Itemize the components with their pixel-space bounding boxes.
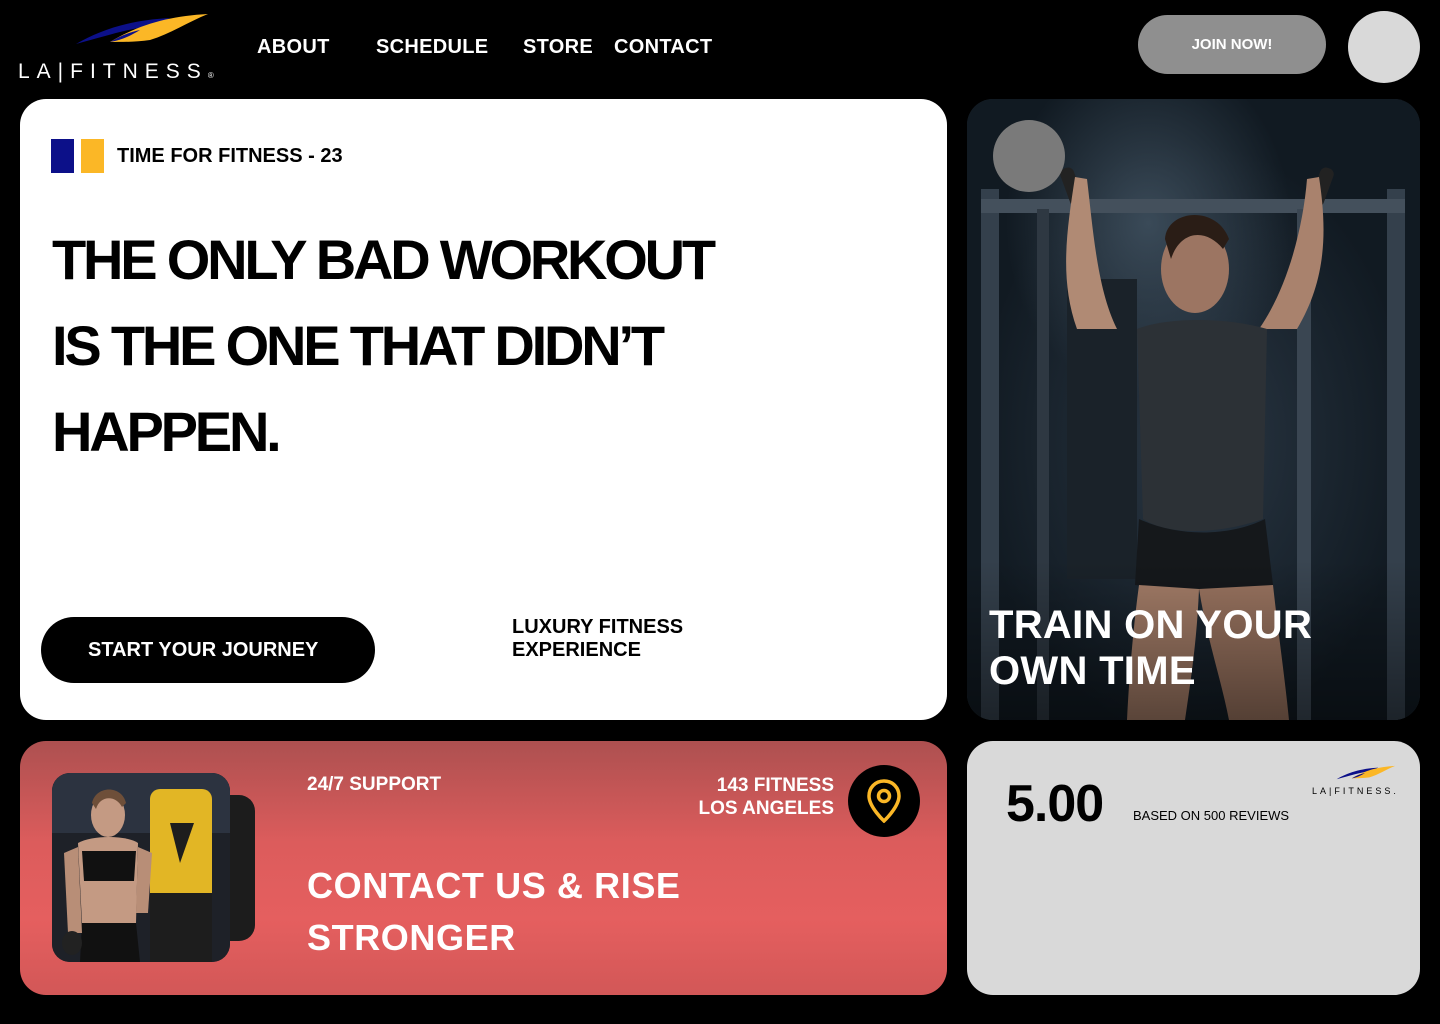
- caption-line-2: OWN TIME: [989, 649, 1196, 693]
- brand-color-flag: [51, 139, 105, 173]
- contact-title-line-1: CONTACT US & RISE: [307, 865, 681, 906]
- avatar[interactable]: [1348, 11, 1420, 83]
- contact-title-line-2: STRONGER: [307, 917, 516, 958]
- train-caption: TRAIN ON YOUR OWN TIME: [989, 602, 1312, 694]
- brand-logo[interactable]: LA|FITNESS®: [18, 12, 230, 86]
- location-pin-icon: [867, 779, 901, 823]
- rating-card: 5.00 BASED ON 500 REVIEWS LA|FITNESS.: [967, 741, 1420, 995]
- nav-schedule[interactable]: SCHEDULE: [376, 36, 488, 59]
- support-text: 24/7 SUPPORT: [307, 774, 442, 795]
- nav-contact[interactable]: CONTACT: [614, 36, 712, 59]
- join-now-button[interactable]: JOIN NOW!: [1138, 15, 1326, 74]
- photo-indicator-dot[interactable]: [993, 120, 1065, 192]
- boxer-photo-image: [52, 773, 230, 962]
- caption-line-1: TRAIN ON YOUR: [989, 603, 1313, 647]
- logo-swoosh-icon: [76, 14, 208, 44]
- logo-swoosh-icon: [1336, 765, 1396, 780]
- location-line-1: 143 FITNESS: [716, 775, 834, 796]
- headline-line-2: IS THE ONE THAT DIDN’T: [52, 314, 665, 377]
- logo-text: LA|FITNESS: [18, 60, 208, 83]
- reviews-count: BASED ON 500 REVIEWS: [1133, 808, 1290, 823]
- luxury-line-2: EXPERIENCE: [512, 639, 641, 661]
- flag-blue-swatch: [51, 139, 74, 173]
- location-text: 143 FITNESS LOS ANGELES: [699, 774, 834, 820]
- rating-score: 5.00: [1006, 775, 1104, 833]
- nav-about[interactable]: ABOUT: [257, 36, 330, 59]
- hero-headline: THE ONLY BAD WORKOUT IS THE ONE THAT DID…: [52, 217, 832, 475]
- rating-logo-text: LA|FITNESS.: [1312, 786, 1399, 796]
- location-line-2: LOS ANGELES: [698, 798, 834, 819]
- hero-card: TIME FOR FITNESS - 23 THE ONLY BAD WORKO…: [20, 99, 947, 720]
- contact-title[interactable]: CONTACT US & RISE STRONGER: [307, 860, 681, 964]
- rating-brand-logo: LA|FITNESS.: [1312, 764, 1407, 800]
- hero-tagline: TIME FOR FITNESS - 23: [117, 145, 343, 167]
- luxury-line-1: LUXURY FITNESS: [512, 616, 684, 638]
- headline-line-3: HAPPEN.: [52, 400, 282, 463]
- luxury-experience-text: LUXURY FITNESS EXPERIENCE: [512, 616, 732, 662]
- train-photo-card[interactable]: TRAIN ON YOUR OWN TIME: [967, 99, 1420, 720]
- location-pin-button[interactable]: [848, 765, 920, 837]
- boxer-photo: [52, 773, 230, 962]
- nav-store[interactable]: STORE: [523, 36, 593, 59]
- flag-gold-swatch: [81, 139, 104, 173]
- headline-line-1: THE ONLY BAD WORKOUT: [52, 228, 716, 291]
- start-journey-button[interactable]: START YOUR JOURNEY: [41, 617, 375, 683]
- photo-shadow-tab: [226, 795, 255, 941]
- contact-card[interactable]: 24/7 SUPPORT 143 FITNESS LOS ANGELES CON…: [20, 741, 947, 995]
- logo-registered-mark: ®: [207, 71, 214, 80]
